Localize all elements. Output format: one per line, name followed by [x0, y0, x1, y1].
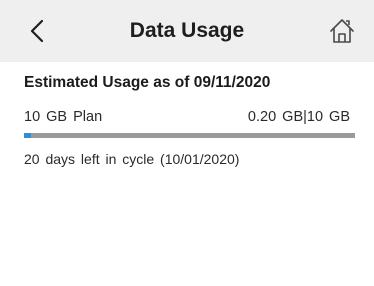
header-bar: Data Usage: [0, 0, 374, 62]
plan-label: 10 GB Plan: [24, 109, 103, 125]
back-button[interactable]: [20, 14, 54, 48]
usage-progress-bar: [24, 133, 355, 138]
cycle-days-left: 20 days left in cycle (10/01/2020): [24, 151, 240, 167]
page-title: Data Usage: [129, 19, 245, 42]
usage-amount: 0.20 GB|10 GB: [247, 109, 350, 125]
usage-heading: Estimated Usage as of 09/11/2020: [24, 74, 271, 91]
chevron-left-icon: [30, 19, 44, 43]
home-button[interactable]: [324, 13, 360, 49]
home-icon: [330, 19, 354, 43]
usage-progress-fill: [24, 133, 31, 138]
